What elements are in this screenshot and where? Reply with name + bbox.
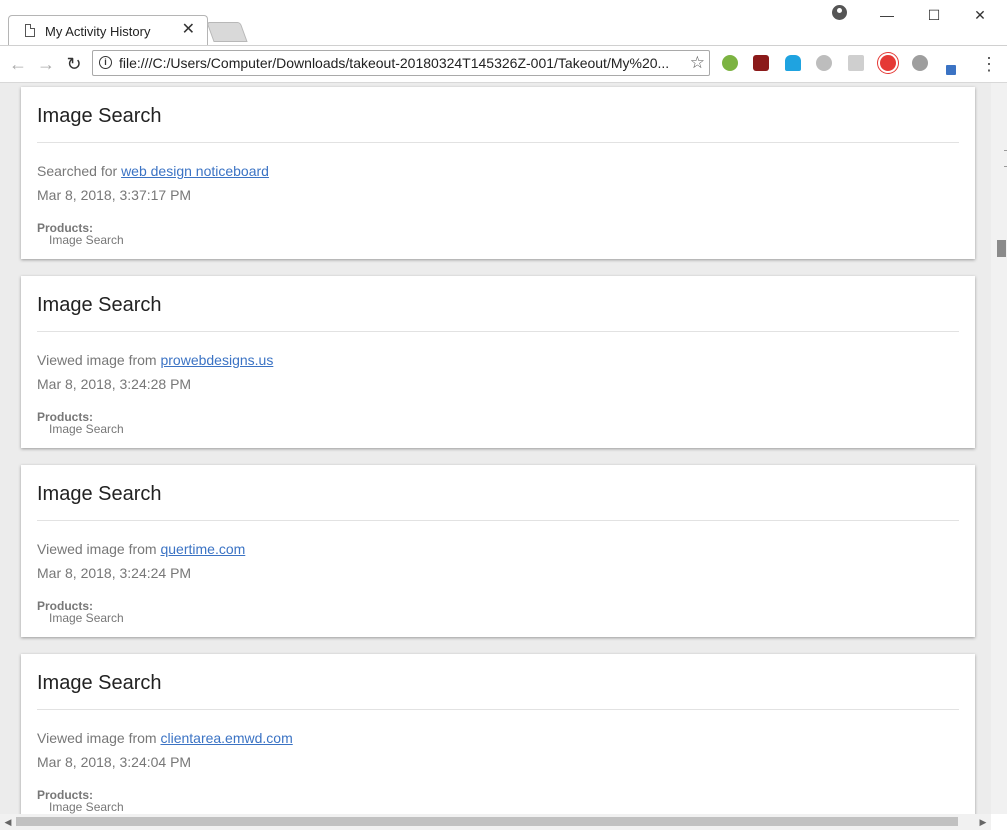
page-content: Image Search Searched for web design not…: [0, 83, 991, 814]
title-bar: My Activity History ✕ — ☐ ✕: [0, 0, 1007, 46]
activity-description: Viewed image from clientarea.emwd.com: [37, 730, 293, 746]
eyedropper-extension-icon[interactable]: [946, 65, 956, 75]
gear-extension-icon[interactable]: [912, 55, 928, 71]
minimize-button[interactable]: —: [864, 2, 910, 28]
activity-description: Searched for web design noticeboard: [37, 163, 269, 179]
activity-prefix: Viewed image from: [37, 352, 157, 368]
scroll-right-icon[interactable]: ▶: [975, 814, 991, 830]
activity-link[interactable]: clientarea.emwd.com: [160, 730, 292, 746]
activity-card: Image Search Searched for web design not…: [21, 87, 975, 259]
activity-prefix: Searched for: [37, 163, 118, 179]
activity-date: Mar 8, 2018, 3:24:24 PM: [37, 565, 192, 581]
card-divider: [37, 520, 959, 521]
activity-description: Viewed image from prowebdesigns.us: [37, 352, 273, 368]
activity-card: Image Search Viewed image from quertime.…: [21, 465, 975, 637]
card-divider: [37, 331, 959, 332]
ghostery-extension-icon[interactable]: [785, 55, 801, 71]
activity-date: Mar 8, 2018, 3:37:17 PM: [37, 187, 192, 203]
card-title: Image Search: [37, 105, 162, 127]
forward-button[interactable]: →: [34, 52, 58, 76]
tab-title: My Activity History: [45, 24, 151, 39]
vertical-scrollbar[interactable]: [991, 83, 1007, 814]
card-title: Image Search: [37, 672, 162, 694]
activity-card: Image Search Viewed image from prowebdes…: [21, 276, 975, 448]
ublock-extension-icon[interactable]: [753, 55, 769, 71]
horizontal-scroll-thumb[interactable]: [16, 817, 958, 826]
activity-link[interactable]: quertime.com: [160, 541, 245, 557]
products-value: Image Search: [49, 233, 124, 247]
info-icon[interactable]: i: [99, 56, 112, 69]
activity-prefix: Viewed image from: [37, 541, 157, 557]
bookmark-star-icon[interactable]: ☆: [690, 53, 705, 73]
account-icon[interactable]: [832, 5, 847, 20]
products-value: Image Search: [49, 611, 124, 625]
activity-card: Image Search Viewed image from clientare…: [21, 654, 975, 814]
red-record-extension-icon[interactable]: [880, 55, 896, 71]
browser-tab[interactable]: My Activity History ✕: [8, 15, 208, 45]
address-bar[interactable]: i file:///C:/Users/Computer/Downloads/ta…: [92, 50, 710, 76]
url-text[interactable]: file:///C:/Users/Computer/Downloads/take…: [119, 55, 675, 71]
browser-toolbar: ← → ↻ i file:///C:/Users/Computer/Downlo…: [0, 46, 1007, 83]
card-divider: [37, 709, 959, 710]
activity-description: Viewed image from quertime.com: [37, 541, 245, 557]
shield-check-extension-icon[interactable]: [722, 55, 738, 71]
back-button[interactable]: ←: [6, 52, 30, 76]
gray-box-extension-icon[interactable]: [848, 55, 864, 71]
activity-link[interactable]: web design noticeboard: [121, 163, 269, 179]
c-extension-icon[interactable]: [816, 55, 832, 71]
activity-prefix: Viewed image from: [37, 730, 157, 746]
scroll-left-icon[interactable]: ◀: [0, 814, 16, 830]
activity-date: Mar 8, 2018, 3:24:04 PM: [37, 754, 192, 770]
card-title: Image Search: [37, 294, 162, 316]
browser-menu-icon[interactable]: ⋮: [980, 52, 998, 76]
new-tab-button[interactable]: [206, 22, 248, 42]
vertical-scroll-thumb[interactable]: [997, 240, 1006, 257]
maximize-button[interactable]: ☐: [911, 2, 957, 28]
activity-date: Mar 8, 2018, 3:24:28 PM: [37, 376, 192, 392]
reload-button[interactable]: ↻: [62, 52, 86, 76]
card-title: Image Search: [37, 483, 162, 505]
close-tab-icon[interactable]: ✕: [182, 21, 195, 39]
products-value: Image Search: [49, 422, 124, 436]
activity-link[interactable]: prowebdesigns.us: [160, 352, 273, 368]
document-icon: [25, 24, 35, 37]
close-window-button[interactable]: ✕: [957, 2, 1003, 28]
card-divider: [37, 142, 959, 143]
products-value: Image Search: [49, 800, 124, 814]
